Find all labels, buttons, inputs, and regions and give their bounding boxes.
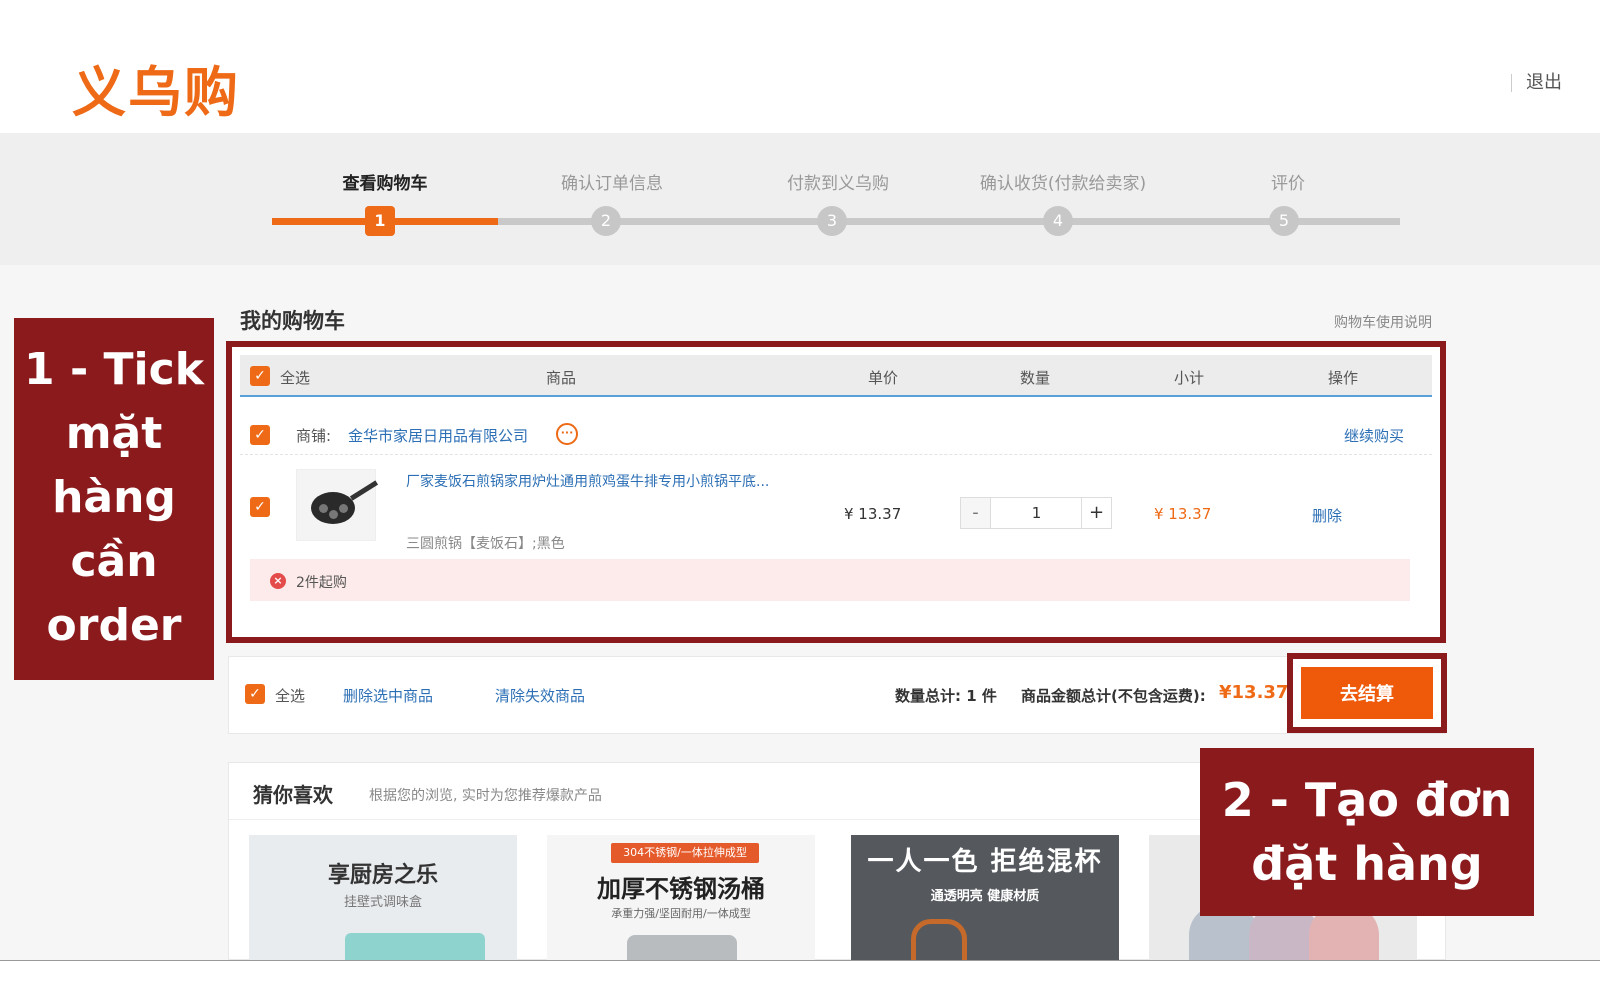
quantity-input[interactable]	[992, 498, 1081, 528]
cup-image	[911, 919, 967, 961]
unit-price: ¥ 13.37	[844, 505, 902, 523]
step-label-2: 确认订单信息	[561, 174, 663, 194]
quantity-plus-button[interactable]: +	[1081, 498, 1111, 528]
footer-select-all-checkbox[interactable]: ✓	[245, 684, 265, 704]
card-3-headline: 一人一色 拒绝混杯	[867, 847, 1103, 877]
step-dot-1: 1	[365, 206, 395, 236]
product-title-link[interactable]: 厂家麦饭石煎锅家用炉灶通用煎鸡蛋牛排专用小煎锅平底...	[406, 471, 769, 491]
recommend-subtitle: 根据您的浏览, 实时为您推荐爆款产品	[369, 788, 602, 804]
recommend-card-3[interactable]: 一人一色 拒绝混杯 通透明亮 健康材质	[851, 835, 1119, 961]
quantity-stepper: - +	[960, 497, 1112, 529]
footer-select-all-label: 全选	[275, 687, 306, 705]
column-action: 操作	[1328, 369, 1359, 387]
item-checkbox[interactable]: ✓	[250, 497, 270, 517]
clear-invalid-link[interactable]: 清除失效商品	[495, 685, 585, 706]
checkout-button[interactable]: 去结算	[1301, 667, 1433, 719]
column-product: 商品	[546, 369, 577, 387]
table-header: ✓ 全选 商品 单价 数量 小计 操作	[240, 355, 1432, 397]
site-logo[interactable]: 义乌购	[72, 48, 240, 127]
total-amount-label: 商品金额总计(不包含运费):	[1021, 687, 1206, 705]
card-2-badge: 304不锈钢/一体拉伸成型	[611, 843, 759, 863]
error-icon: ×	[270, 573, 286, 589]
product-thumbnail[interactable]	[296, 469, 379, 541]
shop-name-link[interactable]: 金华市家居日用品有限公司	[348, 425, 528, 446]
cart-footer-bar: ✓ 全选 删除选中商品 清除失效商品 数量总计: 1 件 商品金额总计(不包含运…	[228, 656, 1446, 734]
total-quantity: 数量总计: 1 件	[895, 687, 997, 705]
recommend-title: 猜你喜欢	[253, 783, 333, 807]
quantity-minus-button[interactable]: -	[961, 498, 991, 528]
select-all-checkbox[interactable]: ✓	[250, 366, 270, 386]
product-sku: 三圆煎锅【麦饭石】;黑色	[406, 536, 565, 552]
step-dot-5: 5	[1269, 206, 1299, 236]
recommend-card-2[interactable]: 304不锈钢/一体拉伸成型 加厚不锈钢汤桶 承重力强/坚固耐用/一体成型	[547, 835, 815, 961]
header: 义乌购 退出	[0, 0, 1600, 133]
cart-table: ✓ 全选 商品 单价 数量 小计 操作 ✓ 商铺: 金华市家居日用品有限公司 ·…	[226, 341, 1446, 643]
stock-pot-image	[627, 935, 737, 961]
continue-shopping-link[interactable]: 继续购买	[1344, 425, 1404, 446]
page-bottom-border	[0, 960, 1600, 961]
total-amount: ¥13.37	[1219, 682, 1289, 703]
step-dot-4: 4	[1043, 206, 1073, 236]
step-dot-3: 3	[817, 206, 847, 236]
column-quantity: 数量	[1020, 369, 1051, 387]
annotation-step-2: 2 - Tạo đơn đặt hàng	[1200, 748, 1534, 916]
shop-checkbox[interactable]: ✓	[250, 425, 270, 445]
chat-bubble-icon[interactable]: ···	[556, 423, 578, 445]
card-2-subline: 承重力强/坚固耐用/一体成型	[611, 907, 751, 920]
step-label-5: 评价	[1271, 174, 1305, 194]
cart-item-row: ✓ 厂家麦饭石煎锅家用炉灶通用煎鸡蛋牛排专用小煎锅平底... 三圆煎锅【麦饭石】…	[240, 455, 1432, 552]
delete-selected-link[interactable]: 删除选中商品	[343, 685, 433, 706]
minimum-order-warning: × 2件起购	[250, 559, 1410, 601]
item-subtotal: ¥ 13.37	[1154, 505, 1212, 523]
logout-link[interactable]: 退出	[1511, 74, 1562, 92]
checkout-steps: 查看购物车 确认订单信息 付款到义乌购 确认收货(付款给卖家) 评价 1 2 3…	[0, 133, 1600, 265]
step-label-3: 付款到义乌购	[787, 174, 889, 194]
card-2-headline: 加厚不锈钢汤桶	[597, 875, 765, 903]
annotation-step-1: 1 - Tick mặt hàng cần order	[14, 318, 214, 680]
cart-title: 我的购物车	[240, 309, 345, 333]
step-label-1: 查看购物车	[342, 174, 428, 194]
recommend-card-1[interactable]: 享厨房之乐 挂壁式调味盒	[249, 835, 517, 961]
card-1-headline: 享厨房之乐	[327, 863, 438, 888]
cart-help-link[interactable]: 购物车使用说明	[1334, 312, 1432, 332]
card-1-subline: 挂壁式调味盒	[343, 895, 422, 910]
step-label-4: 确认收货(付款给卖家)	[979, 174, 1147, 194]
column-unit-price: 单价	[868, 369, 899, 387]
checkout-highlight: 去结算	[1287, 653, 1447, 733]
column-select-all: 全选	[280, 369, 311, 387]
column-subtotal: 小计	[1174, 369, 1205, 387]
spice-box-image	[345, 933, 485, 961]
frying-pan-image	[311, 492, 355, 524]
delete-item-link[interactable]: 删除	[1312, 505, 1342, 526]
card-3-subline: 通透明亮 健康材质	[930, 889, 1040, 904]
shop-label: 商铺:	[296, 427, 332, 445]
shop-row: ✓ 商铺: 金华市家居日用品有限公司 ··· 继续购买	[240, 415, 1432, 455]
warning-text: 2件起购	[296, 575, 347, 591]
step-dot-2: 2	[591, 206, 621, 236]
pan-handle-shape	[349, 480, 379, 501]
